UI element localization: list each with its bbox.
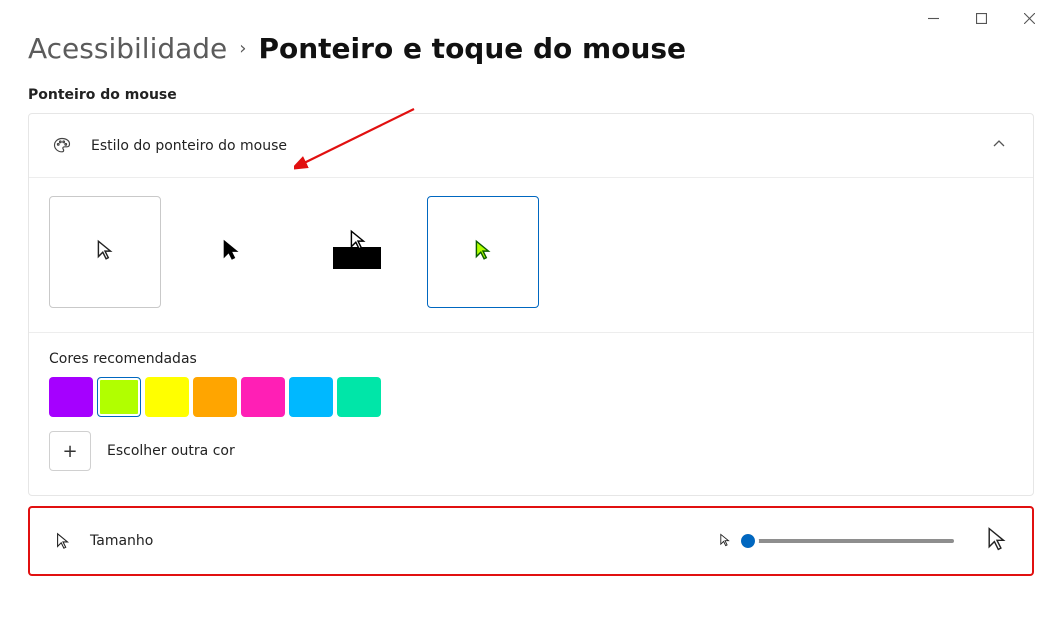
palette-icon [51,135,73,157]
cursor-color-icon [472,239,494,265]
choose-color-label: Escolher outra cor [107,443,235,459]
color-swatch[interactable] [337,377,381,417]
breadcrumb: Acessibilidade › Ponteiro e toque do mou… [28,32,1034,65]
cursor-outline-icon [52,530,74,552]
chevron-up-icon [993,138,1011,154]
pointer-style-option-inverted[interactable] [301,196,413,308]
color-swatch[interactable] [241,377,285,417]
size-slider[interactable] [744,539,976,543]
breadcrumb-parent[interactable]: Acessibilidade [28,32,227,65]
cursor-inverted-icon [333,235,381,269]
choose-color-button[interactable]: + [49,431,91,471]
colors-section: Cores recomendadas + Escolher outra cor [29,333,1033,495]
maximize-button[interactable] [966,8,996,28]
colors-title: Cores recomendadas [49,351,1013,367]
color-swatch[interactable] [145,377,189,417]
color-swatch[interactable] [97,377,141,417]
color-swatch[interactable] [49,377,93,417]
pointer-style-body [29,178,1033,333]
cursor-large-icon [984,526,1010,556]
window-controls [900,0,1062,36]
plus-icon: + [62,441,77,462]
close-button[interactable] [1014,8,1044,28]
color-swatch[interactable] [193,377,237,417]
cursor-small-icon [718,532,732,551]
minimize-button[interactable] [918,8,948,28]
pointer-style-option-white[interactable] [49,196,161,308]
pointer-style-title: Estilo do ponteiro do mouse [91,138,993,154]
size-label: Tamanho [90,533,153,549]
cursor-white-icon [94,239,116,265]
chevron-right-icon: › [239,38,246,59]
pointer-style-expander[interactable]: Estilo do ponteiro do mouse [29,114,1033,178]
pointer-size-card: Tamanho [28,506,1034,576]
cursor-black-icon [220,239,242,265]
color-swatch[interactable] [289,377,333,417]
section-label: Ponteiro do mouse [28,87,1034,103]
pointer-style-option-color[interactable] [427,196,539,308]
pointer-style-option-black[interactable] [175,196,287,308]
breadcrumb-current: Ponteiro e toque do mouse [258,32,686,65]
pointer-style-card: Estilo do ponteiro do mouse Cores recome… [28,113,1034,496]
